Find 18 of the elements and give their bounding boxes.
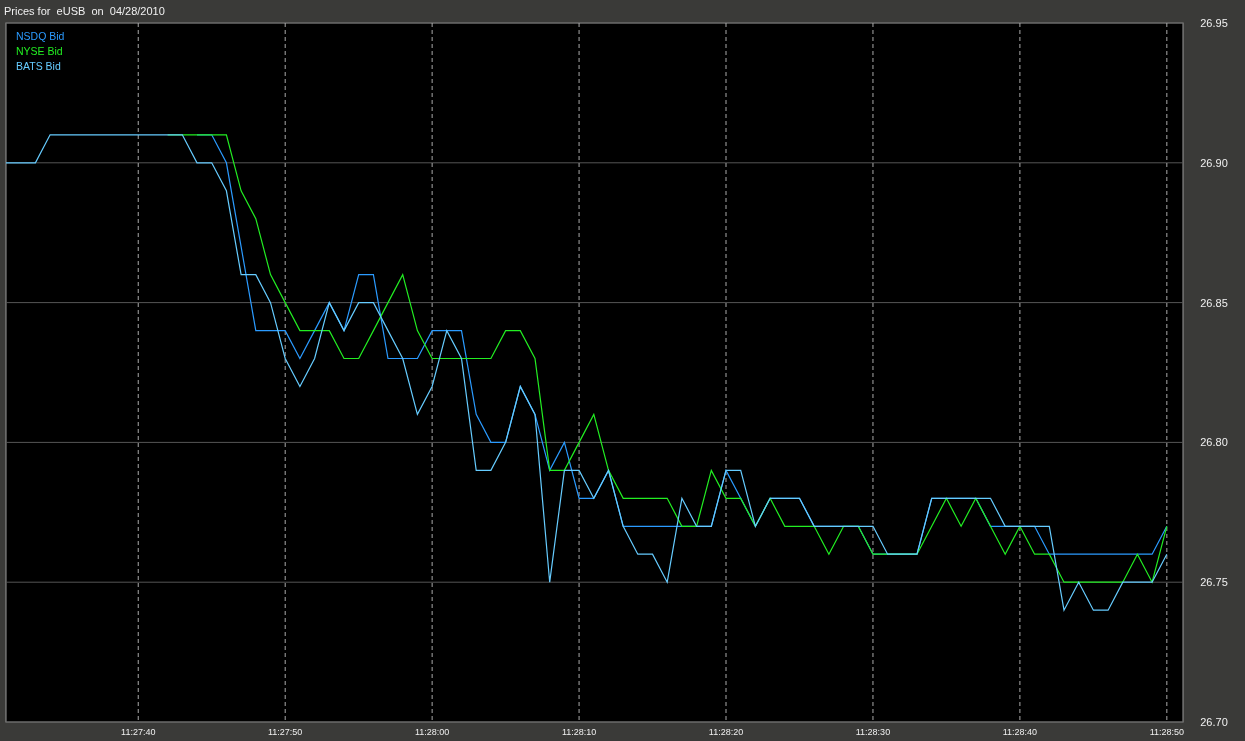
- axis-label: 26.95: [1200, 17, 1228, 29]
- axis-label: 11:28:50: [1149, 727, 1184, 737]
- axis-label: 11:28:20: [708, 727, 744, 737]
- axis-label: 11:28:10: [561, 727, 597, 737]
- axis-label: 11:28:40: [1002, 727, 1038, 737]
- legend-label: NSDQ Bid: [16, 30, 65, 42]
- axis-label: 11:27:50: [268, 727, 303, 737]
- axis-label: 11:27:40: [121, 727, 156, 737]
- axis-label: 26.80: [1200, 436, 1228, 449]
- axis-label: 11:28:30: [855, 727, 891, 737]
- axis-label: 26.85: [1200, 296, 1228, 309]
- legend-label: NYSE Bid: [16, 45, 63, 57]
- window-title: Prices for eUSB on 04/28/2010: [4, 5, 165, 17]
- axis-label: 26.90: [1200, 156, 1228, 169]
- axis-label: 11:28:00: [414, 727, 450, 737]
- axis-label: 26.75: [1200, 576, 1228, 589]
- legend-label: BATS Bid: [16, 60, 61, 72]
- axis-label: 26.70: [1200, 716, 1228, 728]
